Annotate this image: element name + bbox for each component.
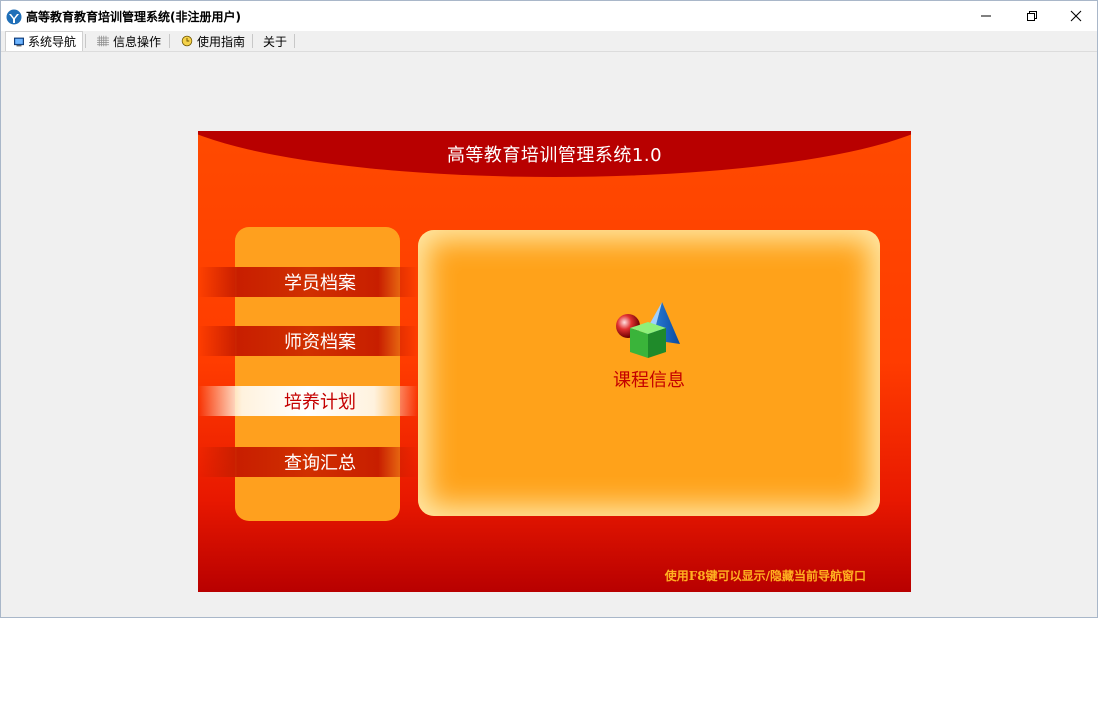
tab-label: 系统导航	[27, 35, 76, 49]
restore-icon	[1027, 11, 1037, 21]
module-label: 课程信息	[613, 370, 685, 391]
tab-info-operation[interactable]: 信息操作	[89, 31, 167, 51]
grid-icon	[97, 35, 109, 47]
title-bar[interactable]: 高等教育教育培训管理系统(非注册用户)	[1, 1, 1097, 31]
hint-text: 使用F8键可以显示/隐藏当前导航窗口	[664, 569, 866, 583]
nav-item-query-summary[interactable]: 查询汇总	[198, 447, 418, 477]
tab-divider	[169, 34, 170, 48]
app-logo-icon	[6, 9, 22, 25]
tab-system-navigation[interactable]: 系统导航	[5, 31, 83, 51]
restore-button[interactable]	[1009, 1, 1055, 31]
tab-label: 信息操作	[112, 34, 161, 49]
close-icon	[1070, 10, 1082, 22]
content-panel: 课程信息	[418, 230, 880, 516]
tab-divider	[294, 34, 295, 48]
navigation-banner: 高等教育培训管理系统1.0 学员档案 师资档案 培养计划 查询汇总 课程信息 使…	[198, 131, 911, 592]
tab-divider	[252, 34, 253, 48]
window-title: 高等教育教育培训管理系统(非注册用户)	[26, 10, 241, 24]
nav-item-label: 培养计划	[284, 392, 356, 413]
tab-user-guide[interactable]: 使用指南	[173, 31, 251, 51]
shapes-icon	[616, 302, 680, 358]
minimize-button[interactable]	[963, 1, 1009, 31]
nav-item-training-plan[interactable]: 培养计划	[198, 386, 418, 416]
clock-icon	[181, 35, 193, 47]
nav-item-teacher-records[interactable]: 师资档案	[198, 326, 418, 356]
tab-divider	[85, 34, 86, 48]
app-window: 高等教育教育培训管理系统(非注册用户) 系统导航 信息操作 使用指南 关于 高等…	[0, 0, 1098, 618]
module-course-info[interactable]: 课程信息	[604, 300, 694, 391]
banner-title: 高等教育培训管理系统1.0	[446, 145, 663, 166]
nav-item-label: 查询汇总	[284, 453, 356, 474]
tab-about[interactable]: 关于	[255, 31, 295, 51]
nav-item-label: 师资档案	[284, 332, 356, 353]
close-button[interactable]	[1053, 1, 1098, 31]
monitor-icon	[14, 37, 24, 46]
tab-label: 关于	[263, 34, 288, 49]
nav-item-student-records[interactable]: 学员档案	[198, 267, 418, 297]
minimize-icon	[981, 15, 991, 17]
nav-item-label: 学员档案	[284, 273, 356, 294]
tab-strip: 系统导航 信息操作 使用指南 关于	[1, 31, 1097, 52]
tab-label: 使用指南	[196, 34, 245, 49]
